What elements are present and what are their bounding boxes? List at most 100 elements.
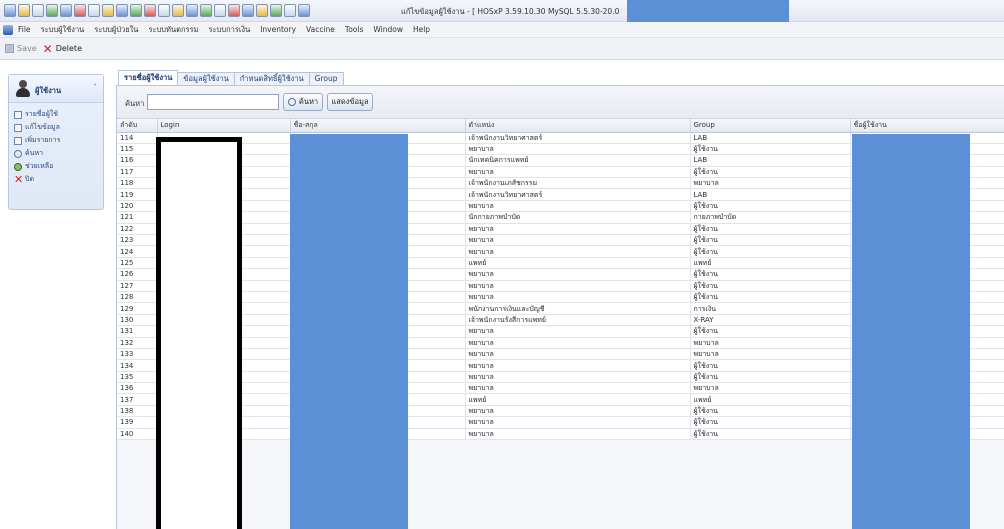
mail-icon[interactable] xyxy=(228,4,240,17)
cell-position: เจ้าพนักงานเภสัชกรรม xyxy=(465,177,691,190)
menu-file[interactable]: File xyxy=(18,25,31,34)
column-header[interactable]: Login xyxy=(157,119,291,133)
sidebar-item-close[interactable]: ✕ ปิด xyxy=(14,173,103,186)
sidebar-list: รายชื่อผู้ใช้ แก้ไขข้อมูล เพิ่มรายการ ค้… xyxy=(9,103,103,186)
cell-position: แพทย์ xyxy=(465,257,691,270)
settings-icon[interactable] xyxy=(158,4,170,17)
menu-inventory[interactable]: Inventory xyxy=(260,25,296,34)
column-header[interactable]: Group xyxy=(690,119,851,133)
report-icon[interactable] xyxy=(74,4,86,17)
menu-inpatient[interactable]: ระบบผู้ป่วยใน xyxy=(94,24,138,36)
sidebar-item-search[interactable]: ค้นหา xyxy=(14,147,103,160)
save-button-label: Save xyxy=(17,44,37,53)
column-header[interactable]: ชื่อ-สกุล xyxy=(290,119,466,133)
cell-group: ผู้ใช้งาน xyxy=(690,166,851,179)
lab-icon[interactable] xyxy=(130,4,142,17)
search-icon[interactable] xyxy=(242,4,254,17)
menu-bar: File ระบบผู้ใช้งาน ระบบผู้ป่วยใน ระบบทัน… xyxy=(0,22,1004,38)
cell-position: แพทย์ xyxy=(465,393,691,406)
cell-group: ผู้ใช้งาน xyxy=(690,325,851,338)
app-icon[interactable] xyxy=(4,4,16,17)
menu-window[interactable]: Window xyxy=(373,25,403,34)
hosxp-icon[interactable] xyxy=(3,24,13,35)
sidebar-item-list[interactable]: รายชื่อผู้ใช้ xyxy=(14,108,103,121)
show-data-button-label: แสดงข้อมูล xyxy=(331,97,369,106)
calendar-icon[interactable] xyxy=(116,4,128,17)
sidebar-item-edit[interactable]: แก้ไขข้อมูล xyxy=(14,121,103,134)
cell-row-number: 135 xyxy=(117,371,158,384)
database-icon[interactable] xyxy=(200,4,212,17)
grid-icon[interactable] xyxy=(256,4,268,17)
cell-group: ผู้ใช้งาน xyxy=(690,234,851,247)
cell-row-number: 137 xyxy=(117,393,158,406)
menu-vaccine[interactable]: Vaccine xyxy=(306,25,335,34)
menu-tools[interactable]: Tools xyxy=(345,25,363,34)
cell-group: ผู้ใช้งาน xyxy=(690,405,851,418)
user-icon xyxy=(14,162,22,171)
sidebar-item-add[interactable]: เพิ่มรายการ xyxy=(14,134,103,147)
tab-user-info[interactable]: ข้อมูลผู้ใช้งาน xyxy=(177,72,235,85)
cell-position: พยาบาล xyxy=(465,359,691,372)
cell-group: พยาบาล xyxy=(690,337,851,349)
sidebar-header[interactable]: ผู้ใช้งาน ˄ xyxy=(9,75,103,103)
cell-row-number: 118 xyxy=(117,177,158,190)
column-header[interactable]: ชื่อผู้ใช้งาน xyxy=(850,119,1004,133)
export-icon[interactable] xyxy=(298,4,310,17)
cell-group: ผู้ใช้งาน xyxy=(690,200,851,213)
cell-group: การเงิน xyxy=(690,302,851,315)
menu-help[interactable]: Help xyxy=(413,25,430,34)
camera-icon[interactable] xyxy=(270,4,282,17)
help-icon[interactable] xyxy=(284,4,296,17)
tab-permissions[interactable]: กำหนดสิทธิ์ผู้ใช้งาน xyxy=(233,72,310,85)
cell-row-number: 127 xyxy=(117,280,158,292)
cell-group: พยาบาล xyxy=(690,177,851,190)
refresh-icon[interactable] xyxy=(46,4,58,17)
menu-finance[interactable]: ระบบการเงิน xyxy=(209,24,251,36)
search-button[interactable]: ค้นหา xyxy=(283,93,323,111)
sidebar-title: ผู้ใช้งาน xyxy=(35,86,62,95)
cell-group: LAB xyxy=(690,154,851,167)
show-data-button[interactable]: แสดงข้อมูล xyxy=(327,93,373,111)
chart-icon[interactable] xyxy=(102,4,114,17)
column-header[interactable]: ตำแหน่ง xyxy=(465,119,691,133)
quick-access-icons xyxy=(4,4,310,17)
menu-dental[interactable]: ระบบทันตกรรม xyxy=(148,24,198,36)
tab-strip: รายชื่อผู้ใช้งาน ข้อมูลผู้ใช้งาน กำหนดสิ… xyxy=(118,70,344,85)
search-input[interactable] xyxy=(147,94,279,110)
home-icon[interactable] xyxy=(172,4,184,17)
cell-group: ผู้ใช้งาน xyxy=(690,245,851,258)
cell-row-number: 126 xyxy=(117,268,158,281)
document-icon[interactable] xyxy=(32,4,44,17)
cell-row-number: 136 xyxy=(117,382,158,395)
sidebar-item-label: ค้นหา xyxy=(25,149,44,157)
sidebar-item-help[interactable]: ช่วยเหลือ xyxy=(14,160,103,173)
user-icon[interactable] xyxy=(60,4,72,17)
cell-row-number: 123 xyxy=(117,234,158,247)
menu-users[interactable]: ระบบผู้ใช้งาน xyxy=(41,24,85,36)
print-icon[interactable] xyxy=(88,4,100,17)
cell-group: ผู้ใช้งาน xyxy=(690,428,851,441)
save-button[interactable]: Save xyxy=(5,44,37,53)
tab-group[interactable]: Group xyxy=(308,72,344,85)
delete-button-label: Delete xyxy=(55,44,82,53)
users-icon xyxy=(16,80,30,98)
delete-button[interactable]: ✕ Delete xyxy=(43,43,82,55)
monitor-icon[interactable] xyxy=(214,4,226,17)
network-icon[interactable] xyxy=(186,4,198,17)
cell-row-number: 119 xyxy=(117,188,158,201)
cell-row-number: 134 xyxy=(117,359,158,372)
sidebar-item-label: แก้ไขข้อมูล xyxy=(25,123,60,131)
cell-row-number: 131 xyxy=(117,325,158,338)
cell-position: เจ้าพนักงานรังสีการแพทย์ xyxy=(465,314,691,327)
cell-position: พยาบาล xyxy=(465,428,691,441)
chevron-up-icon[interactable]: ˄ xyxy=(93,83,97,92)
cell-group: ผู้ใช้งาน xyxy=(690,416,851,429)
magnifier-icon xyxy=(287,98,296,106)
cell-row-number: 121 xyxy=(117,211,158,224)
folder-icon[interactable] xyxy=(18,4,30,17)
cell-row-number: 114 xyxy=(117,132,158,144)
pill-icon[interactable] xyxy=(144,4,156,17)
tab-user-list[interactable]: รายชื่อผู้ใช้งาน xyxy=(118,70,179,85)
cell-row-number: 115 xyxy=(117,143,158,156)
column-header[interactable]: ลำดับ xyxy=(117,119,158,133)
